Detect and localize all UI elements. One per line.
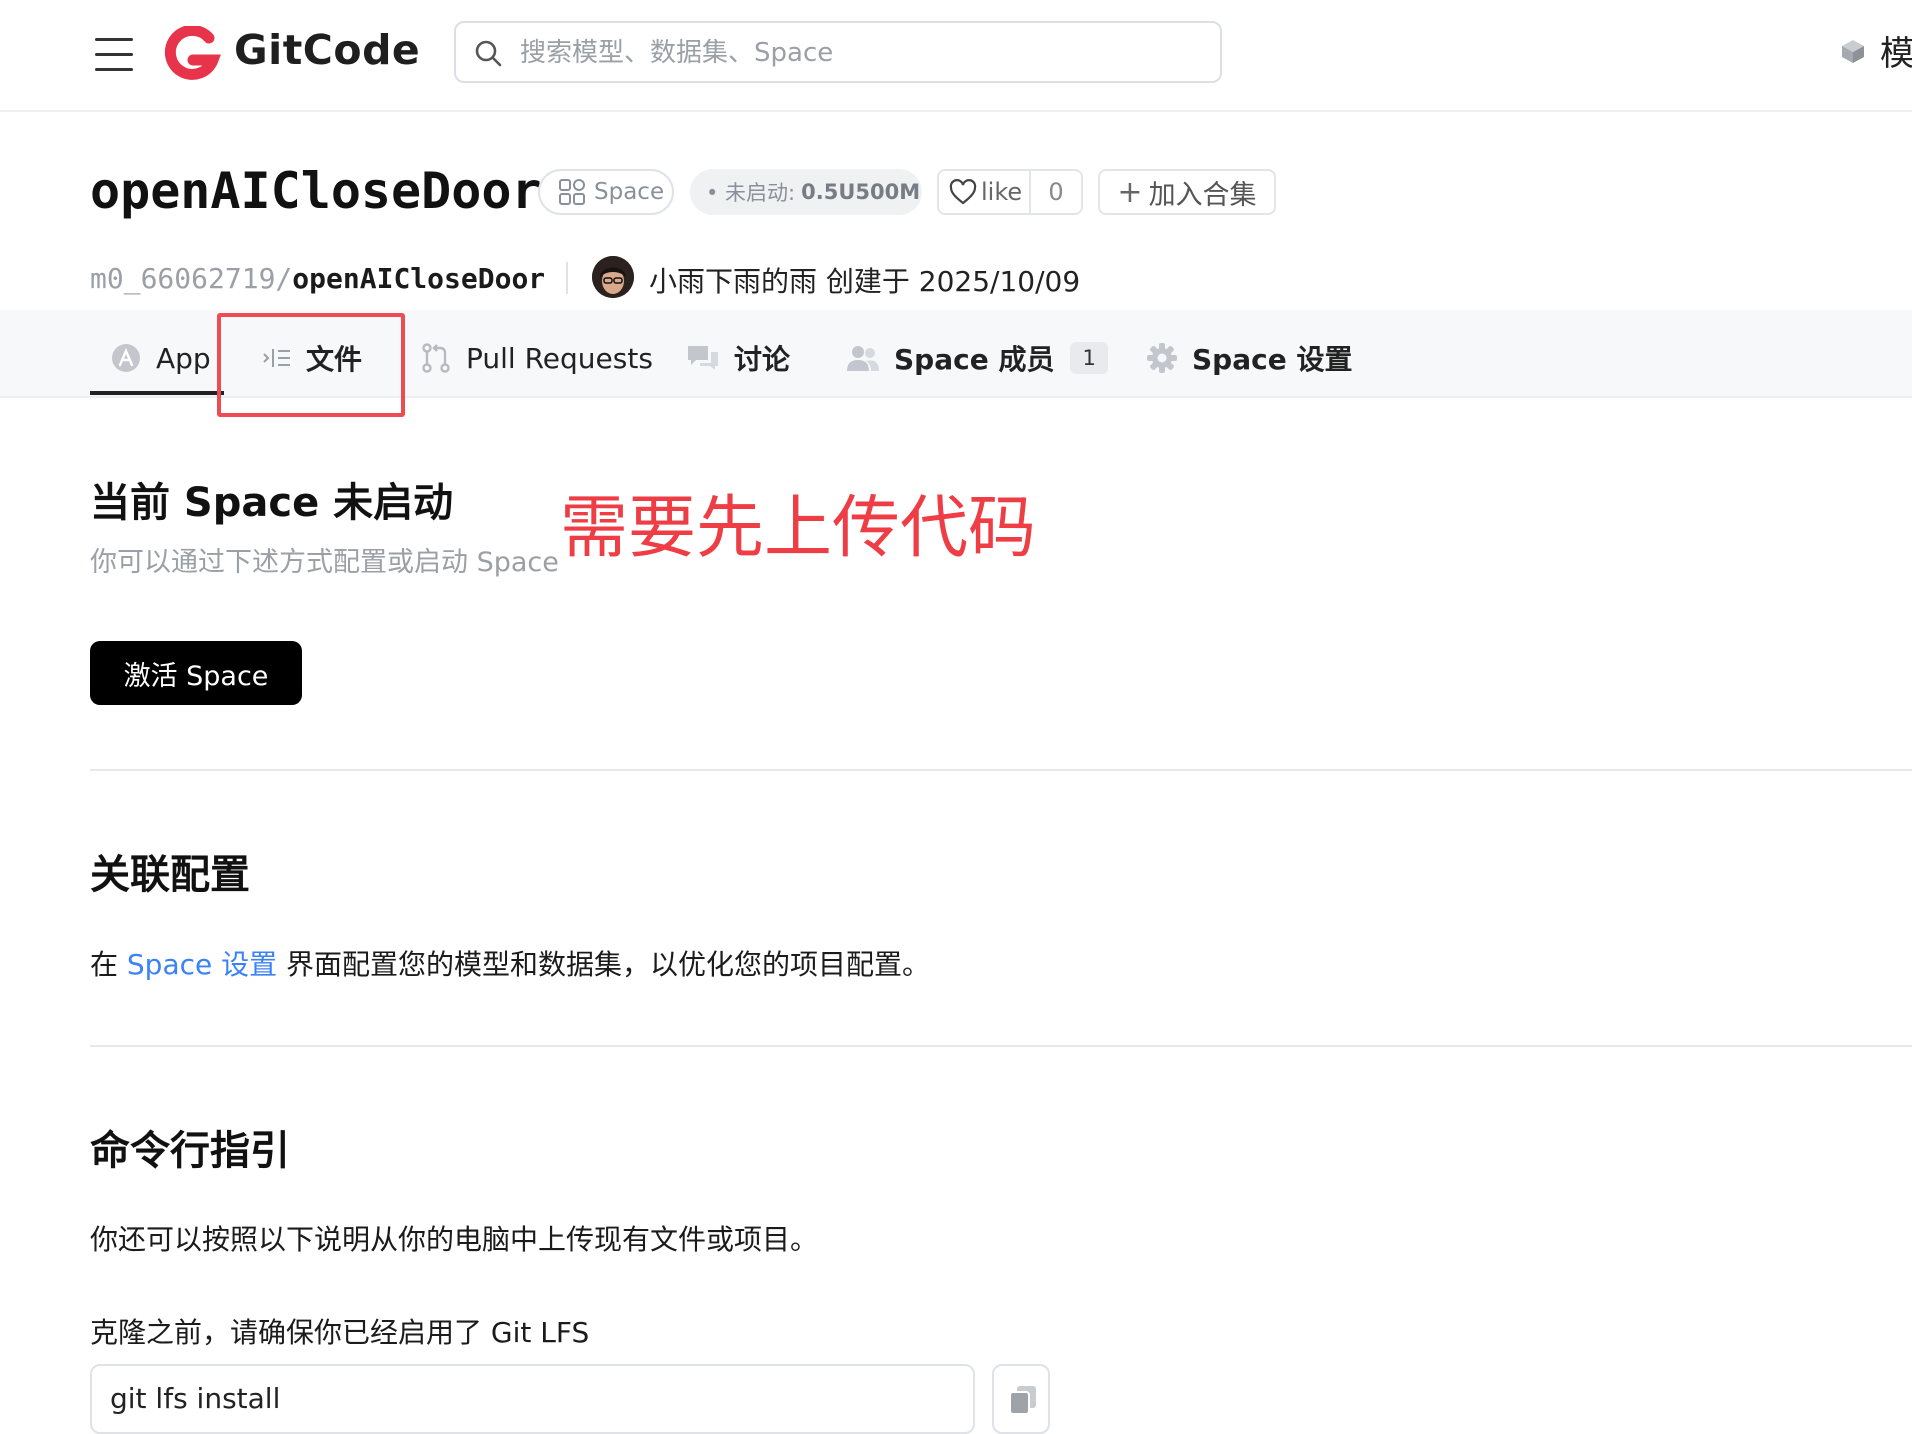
brand-name[interactable]: GitCode	[234, 26, 420, 74]
members-count-badge: 1	[1070, 342, 1108, 374]
grid-icon	[559, 179, 585, 205]
status-badge: • 未启动: 0.5U500M	[690, 169, 922, 215]
search-input[interactable]	[518, 33, 1202, 73]
config-description: 在 Space 设置 界面配置您的模型和数据集，以优化您的项目配置。	[90, 943, 930, 983]
cli-heading: 命令行指引	[90, 1128, 290, 1174]
copy-button[interactable]	[992, 1364, 1050, 1434]
tab-space-members-label: Space 成员	[894, 343, 1055, 376]
config-heading: 关联配置	[90, 852, 250, 898]
like-button[interactable]: like 0	[937, 169, 1083, 215]
avatar[interactable]	[592, 256, 634, 298]
space-settings-link[interactable]: Space 设置	[127, 948, 277, 981]
breadcrumb-owner[interactable]: m0_66062719/	[90, 262, 292, 295]
add-to-collection-label: 加入合集	[1148, 179, 1257, 211]
section-divider	[90, 769, 1912, 771]
menu-icon[interactable]	[95, 36, 133, 72]
space-type-chip: Space	[538, 169, 674, 215]
top-navbar: GitCode 模	[0, 0, 1912, 112]
tab-pull-requests[interactable]: Pull Requests	[420, 330, 653, 386]
like-count: 0	[1048, 178, 1064, 206]
user-avatar-icon	[592, 256, 634, 298]
breadcrumb: m0_66062719/openAICloseDoor	[90, 262, 545, 295]
pull-request-icon	[422, 343, 450, 373]
project-title: openAICloseDoor	[90, 162, 542, 220]
section-divider	[90, 1045, 1912, 1047]
like-label: like	[981, 178, 1023, 206]
activate-space-button[interactable]: 激活 Space	[90, 641, 302, 705]
gitcode-logo-icon[interactable]	[163, 26, 221, 82]
members-icon	[847, 346, 879, 371]
tab-space-members[interactable]: Space 成员 1	[846, 330, 1108, 386]
lfs-note: 克隆之前，请确保你已经启用了 Git LFS	[90, 1316, 590, 1349]
plus-icon: +	[1117, 174, 1143, 210]
space-type-label: Space	[594, 179, 665, 205]
tab-discussion-label: 讨论	[734, 343, 791, 376]
status-heading: 当前 Space 未启动	[90, 480, 454, 526]
creator-info: 小雨下雨的雨 创建于 2025/10/09	[649, 265, 1081, 298]
search-box[interactable]	[454, 21, 1222, 83]
tab-app[interactable]: App	[110, 330, 211, 386]
tab-app-label: App	[156, 341, 211, 375]
add-to-collection-button[interactable]: + 加入合集	[1098, 169, 1276, 215]
app-icon	[112, 344, 140, 372]
command-box[interactable]: git lfs install	[90, 1364, 975, 1434]
tab-space-settings[interactable]: Space 设置	[1146, 330, 1352, 386]
heart-icon	[949, 179, 977, 205]
nav-models-label: 模	[1880, 34, 1912, 74]
search-icon	[475, 40, 502, 67]
gear-icon	[1147, 343, 1177, 373]
nav-models-link[interactable]: 模	[1840, 26, 1912, 75]
status-label: • 未启动:	[706, 181, 796, 205]
divider	[566, 262, 568, 294]
copy-icon	[1009, 1386, 1036, 1415]
annotation-text: 需要先上传代码	[560, 489, 1037, 568]
status-subtitle: 你可以通过下述方式配置或启动 Space	[90, 547, 559, 578]
status-value: 0.5U500M	[801, 180, 921, 204]
cli-intro: 你还可以按照以下说明从你的电脑中上传现有文件或项目。	[90, 1223, 819, 1256]
active-tab-indicator	[90, 391, 224, 395]
discussion-icon	[688, 346, 718, 370]
tab-space-settings-label: Space 设置	[1192, 343, 1353, 376]
config-text-prefix: 在	[90, 948, 127, 981]
command-text: git lfs install	[110, 1382, 281, 1415]
cube-icon	[1842, 39, 1864, 63]
tab-discussion[interactable]: 讨论	[686, 330, 790, 386]
breadcrumb-repo[interactable]: openAICloseDoor	[292, 262, 545, 295]
tab-pull-requests-label: Pull Requests	[466, 341, 653, 375]
config-text-suffix: 界面配置您的模型和数据集，以优化您的项目配置。	[277, 948, 931, 981]
highlight-box	[217, 313, 405, 417]
